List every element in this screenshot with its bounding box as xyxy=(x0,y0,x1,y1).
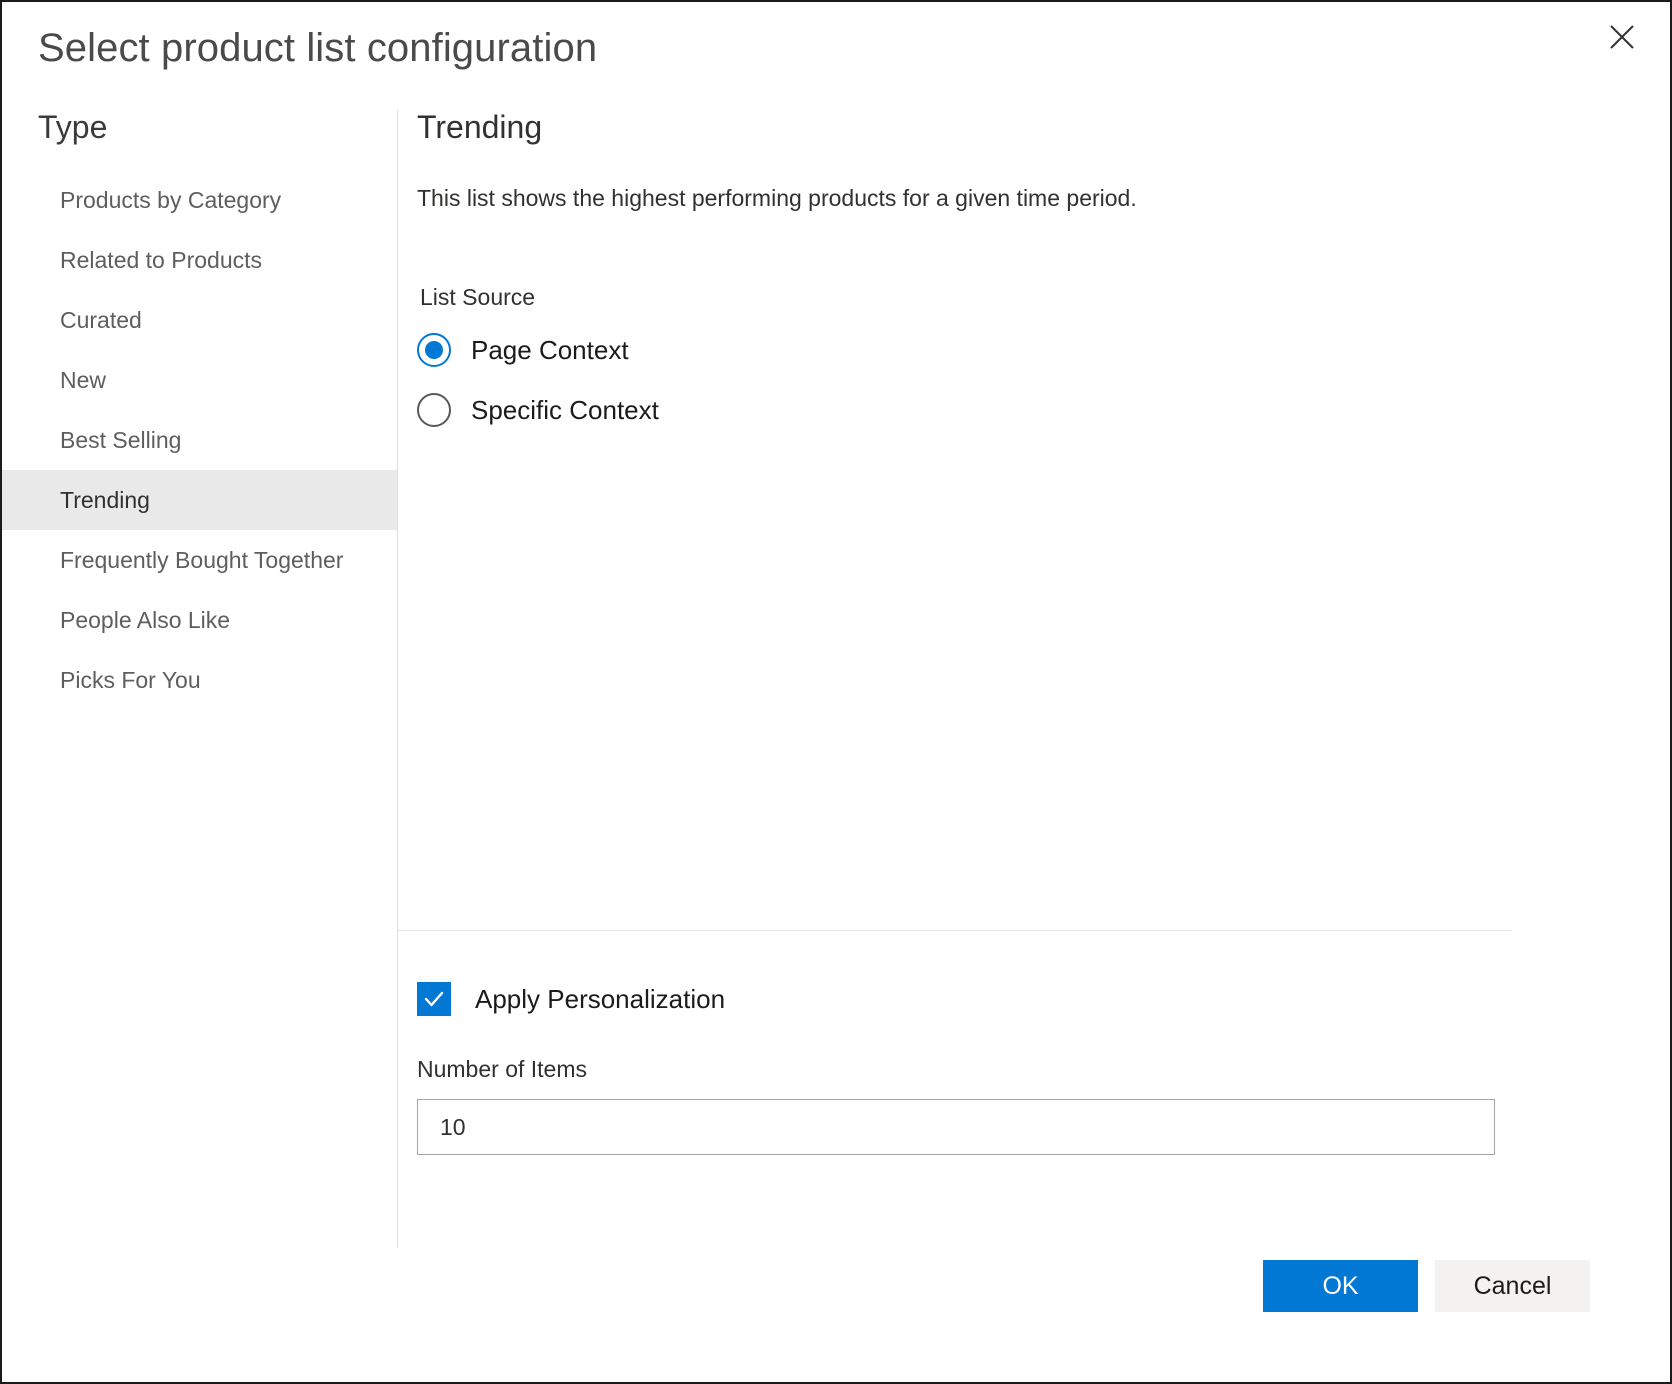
ok-button[interactable]: OK xyxy=(1263,1260,1418,1312)
radio-unselected-icon xyxy=(417,393,451,427)
detail-title: Trending xyxy=(417,108,1590,146)
number-of-items-label: Number of Items xyxy=(417,1056,1495,1083)
radio-label: Specific Context xyxy=(471,397,659,423)
sidebar-item-label: Trending xyxy=(60,487,150,514)
panel-divider xyxy=(397,110,398,1248)
sidebar-item-label: Frequently Bought Together xyxy=(60,547,343,574)
sidebar-item-curated[interactable]: Curated xyxy=(2,290,397,350)
sidebar-item-new[interactable]: New xyxy=(2,350,397,410)
radio-specific-context[interactable]: Specific Context xyxy=(417,393,1590,427)
page-title: Select product list configuration xyxy=(38,24,597,72)
list-source-label: List Source xyxy=(420,284,1590,311)
sidebar-item-label: Curated xyxy=(60,307,142,334)
sidebar-item-label: Products by Category xyxy=(60,187,281,214)
radio-label: Page Context xyxy=(471,337,629,363)
sidebar-item-label: Related to Products xyxy=(60,247,262,274)
sidebar-item-picks-for-you[interactable]: Picks For You xyxy=(2,650,397,710)
radio-selected-icon xyxy=(417,333,451,367)
sidebar-item-people-also-like[interactable]: People Also Like xyxy=(2,590,397,650)
sidebar-item-related-to-products[interactable]: Related to Products xyxy=(2,230,397,290)
detail-panel: Trending This list shows the highest per… xyxy=(417,108,1590,453)
apply-personalization-label: Apply Personalization xyxy=(475,986,725,1012)
sidebar-item-label: Best Selling xyxy=(60,427,181,454)
sidebar-item-frequently-bought-together[interactable]: Frequently Bought Together xyxy=(2,530,397,590)
apply-personalization-checkbox[interactable]: Apply Personalization xyxy=(417,982,1495,1016)
product-list-configuration-dialog: Select product list configuration Type P… xyxy=(0,0,1672,1384)
section-divider xyxy=(398,930,1512,931)
close-button[interactable] xyxy=(1599,14,1645,60)
close-icon xyxy=(1608,23,1636,51)
number-of-items-input[interactable] xyxy=(417,1099,1495,1155)
sidebar-item-best-selling[interactable]: Best Selling xyxy=(2,410,397,470)
list-source-group: List Source Page Context Specific Contex… xyxy=(417,284,1590,427)
sidebar-item-label: People Also Like xyxy=(60,607,230,634)
radio-page-context[interactable]: Page Context xyxy=(417,333,1590,367)
sidebar-item-label: Picks For You xyxy=(60,667,201,694)
type-panel-heading: Type xyxy=(38,108,397,146)
cancel-button[interactable]: Cancel xyxy=(1435,1260,1590,1312)
detail-description: This list shows the highest performing p… xyxy=(417,184,1590,214)
type-panel: Type Products by Category Related to Pro… xyxy=(2,108,397,710)
dialog-footer: OK Cancel xyxy=(1263,1260,1590,1312)
sidebar-item-label: New xyxy=(60,367,106,394)
checkbox-checked-icon xyxy=(417,982,451,1016)
type-list: Products by Category Related to Products… xyxy=(2,170,397,710)
sidebar-item-products-by-category[interactable]: Products by Category xyxy=(2,170,397,230)
bottom-form: Apply Personalization Number of Items xyxy=(417,982,1495,1155)
sidebar-item-trending[interactable]: Trending xyxy=(2,470,397,530)
